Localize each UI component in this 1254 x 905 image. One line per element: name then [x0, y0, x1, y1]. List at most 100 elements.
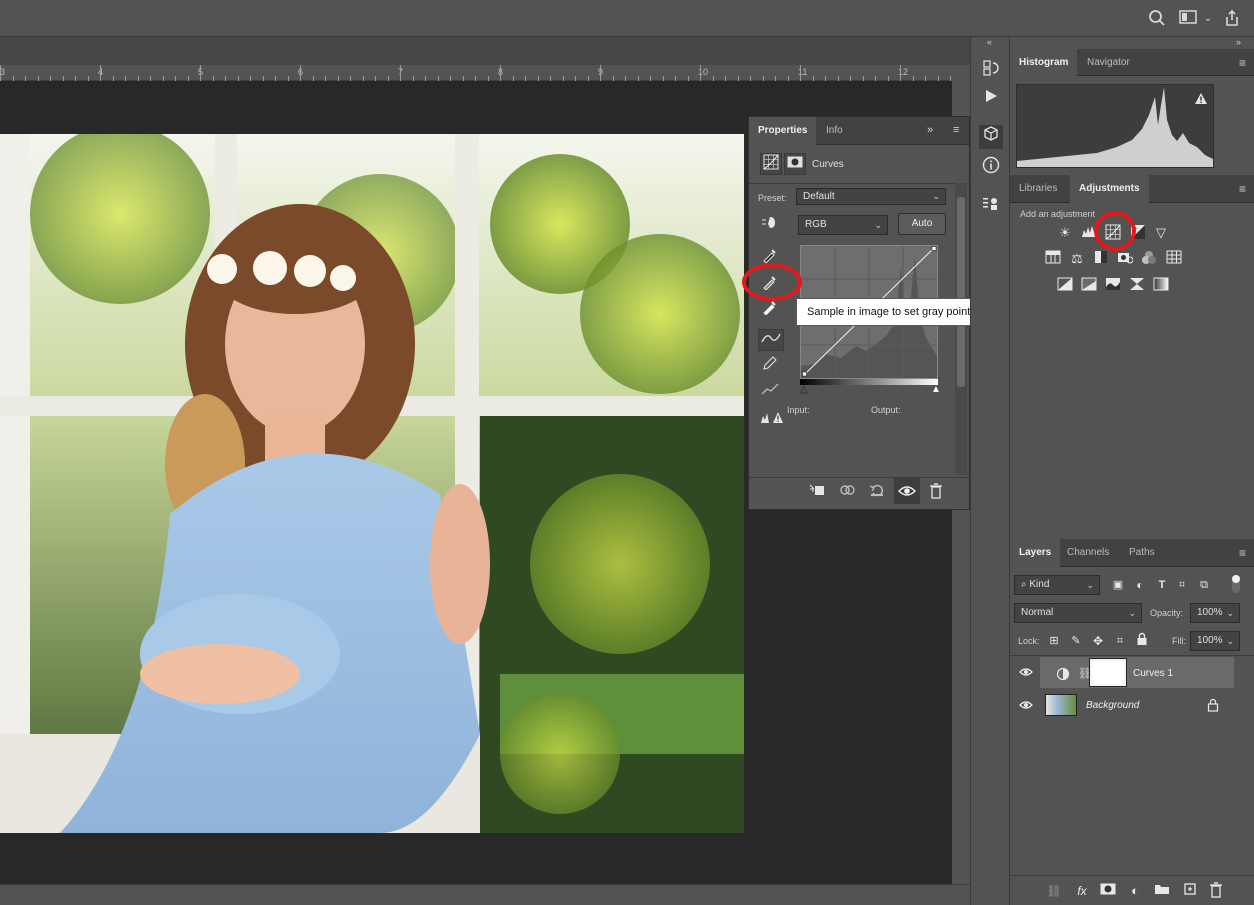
horizontal-scrollbar[interactable] — [0, 884, 970, 905]
channel-mixer-icon[interactable] — [1139, 250, 1159, 268]
collapse-icon[interactable]: « — [987, 37, 992, 47]
lock-artboard-icon[interactable]: ⌗ — [1112, 632, 1128, 650]
add-mask-icon[interactable] — [1098, 882, 1118, 900]
preset-dropdown[interactable]: Default ⌄ — [796, 188, 946, 205]
black-slider-icon[interactable]: △ — [800, 384, 808, 395]
tab-histogram[interactable]: Histogram — [1010, 49, 1078, 76]
collapse-icon[interactable]: » — [927, 124, 933, 136]
chevron-down-icon[interactable]: ⌄ — [1201, 9, 1215, 29]
tab-navigator[interactable]: Navigator — [1078, 49, 1139, 76]
lock-all-icon[interactable] — [1134, 632, 1150, 650]
layers-footer: ⛓ fx ◐ — [1010, 875, 1254, 905]
filter-toggle[interactable] — [1232, 575, 1240, 593]
panel-menu-icon[interactable]: ≡ — [953, 124, 959, 136]
color-balance-icon[interactable]: ⚖ — [1067, 250, 1087, 268]
white-slider-icon[interactable]: ▲ — [931, 384, 941, 395]
scrollbar-thumb[interactable] — [957, 197, 965, 387]
black-white-icon[interactable] — [1091, 250, 1111, 268]
pencil-icon[interactable] — [759, 355, 781, 377]
filter-adjustment-icon[interactable]: ◐ — [1132, 576, 1148, 594]
new-layer-icon[interactable] — [1180, 882, 1200, 900]
selective-color-icon[interactable] — [1127, 277, 1147, 295]
on-image-adjust-icon[interactable] — [759, 214, 781, 236]
background-thumbnail[interactable] — [1045, 694, 1077, 716]
adjustments-tab-bar: Libraries Adjustments ≡ — [1010, 175, 1254, 203]
adjustment-layer-icon — [1056, 667, 1070, 681]
channel-dropdown[interactable]: RGB ⌄ — [798, 215, 888, 235]
info-icon[interactable] — [979, 156, 1003, 180]
photo-filter-icon[interactable] — [1115, 250, 1135, 268]
actions-play-icon[interactable] — [979, 87, 1003, 111]
layer-mask-icon[interactable] — [784, 153, 806, 175]
invert-icon[interactable] — [1055, 277, 1075, 295]
tab-layers[interactable]: Layers — [1010, 539, 1061, 567]
lock-image-brush-icon[interactable]: ✎ — [1068, 632, 1084, 650]
fx-icon[interactable]: fx — [1072, 882, 1092, 900]
smooth-curve-icon[interactable] — [759, 381, 781, 403]
warning-icon[interactable] — [1194, 92, 1208, 106]
document-image[interactable] — [0, 134, 744, 833]
filter-shape-icon[interactable]: ⌗ — [1174, 576, 1190, 594]
tab-properties[interactable]: Properties — [749, 117, 817, 145]
right-panel-dock: » Histogram Navigator ≡ Libraries Adjust… — [1010, 37, 1254, 905]
layer-filter-dropdown[interactable]: ⌕ Kind ⌄ — [1014, 575, 1100, 595]
chevron-down-icon: ⌄ — [1226, 636, 1234, 646]
posterize-icon[interactable] — [1079, 277, 1099, 295]
color-lookup-icon[interactable] — [1164, 250, 1184, 268]
chevron-down-icon: ⌄ — [1226, 608, 1234, 618]
fill-label: Fill: — [1172, 636, 1186, 646]
layer-name[interactable]: Background — [1086, 700, 1139, 711]
clipping-warning-icon[interactable] — [759, 409, 785, 431]
tab-channels[interactable]: Channels — [1058, 539, 1118, 567]
new-group-icon[interactable] — [1152, 882, 1172, 900]
layer-visibility-eye-icon[interactable] — [1019, 699, 1033, 713]
highlight-circle — [742, 263, 802, 301]
white-point-eyedropper-icon[interactable] — [759, 299, 781, 321]
gradient-map-icon[interactable] — [1151, 277, 1171, 295]
tab-adjustments[interactable]: Adjustments — [1070, 175, 1149, 203]
visibility-toggle-icon[interactable] — [894, 478, 920, 504]
link-layers-icon[interactable]: ⛓ — [1044, 882, 1064, 900]
hue-saturation-icon[interactable] — [1043, 250, 1063, 268]
filter-smart-object-icon[interactable]: ⧉ — [1196, 576, 1212, 594]
new-adjustment-layer-icon[interactable]: ◐ — [1125, 882, 1145, 900]
fill-field[interactable]: 100% ⌄ — [1190, 631, 1240, 651]
search-icon[interactable] — [1147, 9, 1167, 29]
threshold-icon[interactable] — [1103, 277, 1123, 295]
expand-icon[interactable]: » — [1236, 37, 1241, 47]
input-label: Input: — [787, 405, 810, 415]
clone-source-icon[interactable] — [979, 195, 1003, 219]
panel-menu-icon[interactable]: ≡ — [1239, 182, 1246, 196]
reset-icon[interactable] — [869, 483, 885, 499]
delete-layer-icon[interactable] — [1206, 882, 1226, 900]
clip-to-layer-icon[interactable] — [809, 483, 825, 499]
properties-scrollbar[interactable] — [955, 183, 967, 475]
3d-icon[interactable] — [979, 125, 1003, 149]
layer-name[interactable]: Curves 1 — [1133, 668, 1173, 679]
history-icon[interactable] — [979, 59, 1003, 83]
panel-menu-icon[interactable]: ≡ — [1239, 56, 1246, 70]
layer-visibility-eye-icon[interactable] — [1019, 666, 1033, 680]
curves-adjustment-icon[interactable] — [760, 153, 782, 175]
lock-transparent-icon[interactable]: ⊞ — [1046, 632, 1062, 650]
brightness-contrast-icon[interactable]: ☀ — [1055, 224, 1075, 242]
trash-icon[interactable] — [929, 483, 943, 499]
view-previous-state-icon[interactable] — [839, 483, 857, 499]
panel-menu-icon[interactable]: ≡ — [1239, 546, 1246, 560]
workspace-icon[interactable] — [1178, 9, 1198, 29]
tab-info[interactable]: Info — [817, 117, 852, 145]
curve-points-tool-icon[interactable] — [758, 329, 784, 351]
tab-paths[interactable]: Paths — [1120, 539, 1164, 567]
filter-pixel-icon[interactable]: ▣ — [1110, 576, 1126, 594]
layer-mask-thumbnail[interactable] — [1089, 658, 1127, 687]
tab-libraries[interactable]: Libraries — [1010, 175, 1066, 203]
lock-position-icon[interactable]: ✥ — [1090, 632, 1106, 650]
opacity-field[interactable]: 100% ⌄ — [1190, 603, 1240, 623]
filter-type-icon[interactable]: T — [1154, 576, 1170, 594]
share-icon[interactable] — [1222, 9, 1242, 29]
blend-mode-dropdown[interactable]: Normal ⌄ — [1014, 603, 1142, 623]
auto-button[interactable]: Auto — [898, 213, 946, 235]
highlight-circle — [1094, 211, 1136, 251]
properties-title: Curves — [812, 159, 844, 170]
vibrance-icon[interactable]: ▽ — [1151, 224, 1171, 242]
